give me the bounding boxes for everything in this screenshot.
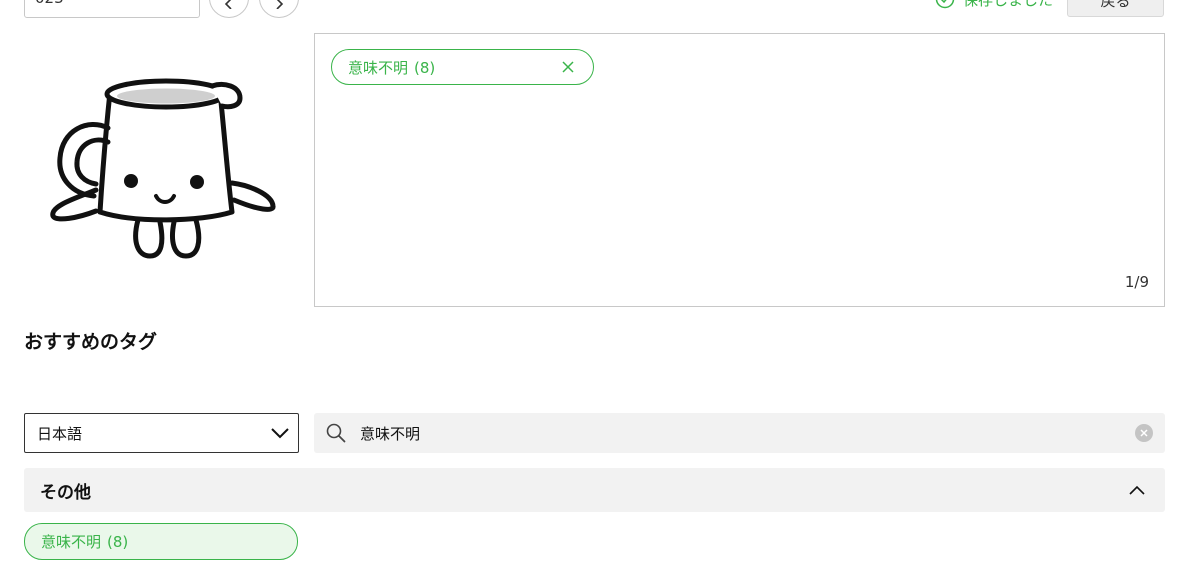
suggested-tag-count: (8): [107, 532, 129, 551]
selected-tags-box: 意味不明 (8) 1/9: [314, 33, 1165, 307]
search-input[interactable]: [358, 423, 1135, 443]
back-button[interactable]: 戻る: [1067, 0, 1164, 17]
category-title: その他: [40, 482, 91, 503]
chevron-left-icon: [224, 0, 232, 9]
next-button[interactable]: [259, 0, 299, 18]
back-button-label: 戻る: [1100, 0, 1131, 10]
suggested-tag-label: 意味不明: [41, 533, 102, 551]
search-icon: [326, 423, 346, 443]
sticker-number-input[interactable]: 023: [24, 0, 200, 18]
selected-tag-chip: 意味不明 (8): [331, 49, 594, 85]
close-icon[interactable]: [561, 60, 575, 74]
language-select-value: 日本語: [37, 424, 83, 443]
check-circle-icon: [935, 0, 955, 9]
suggested-tag-chip[interactable]: 意味不明 (8): [24, 523, 298, 560]
chevron-right-icon: [276, 0, 284, 9]
prev-button[interactable]: [209, 0, 249, 18]
tag-search-field[interactable]: [314, 413, 1165, 453]
sticker-image: [50, 78, 276, 259]
tag-page-counter: 1/9: [1124, 273, 1149, 291]
selected-tag-text: 意味不明 (8): [348, 57, 435, 78]
selected-tag-label: 意味不明: [348, 58, 409, 77]
language-select[interactable]: 日本語: [24, 413, 299, 453]
clear-search-button[interactable]: [1135, 424, 1153, 442]
clear-icon: [1140, 429, 1148, 437]
chevron-down-icon: [271, 428, 289, 439]
category-accordion-header[interactable]: その他: [24, 468, 1165, 512]
selected-tag-count: (8): [414, 58, 436, 77]
recommended-tags-heading: おすすめのタグ: [24, 331, 158, 353]
chevron-up-icon: [1129, 485, 1145, 495]
saved-label: 保存しました: [963, 0, 1053, 10]
saved-status: 保存しました: [935, 0, 1053, 10]
